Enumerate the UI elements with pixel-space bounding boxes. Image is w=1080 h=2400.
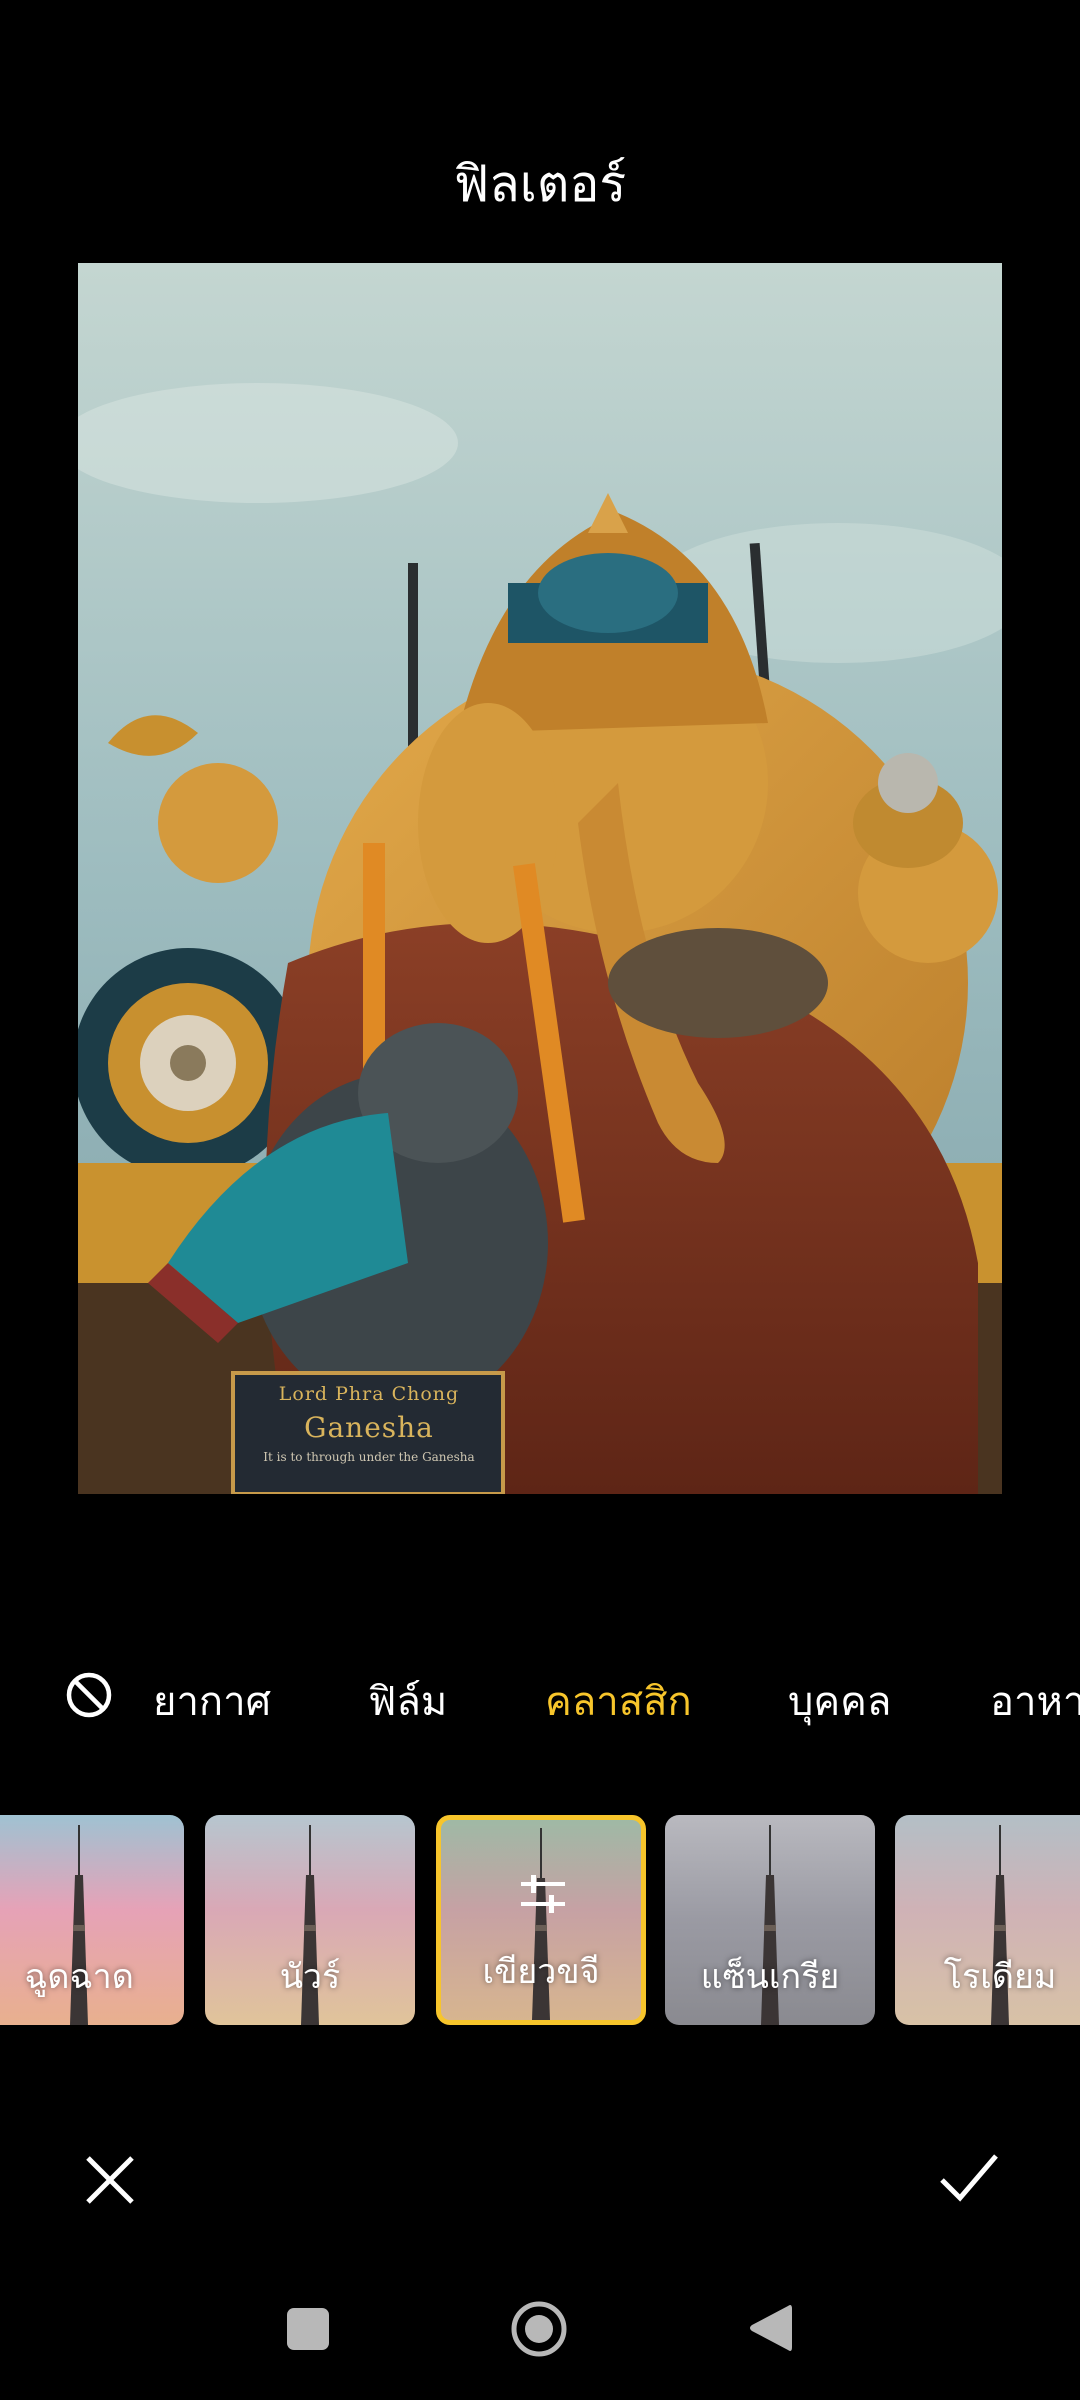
recents-square-icon[interactable]	[287, 2308, 329, 2350]
tab-portrait[interactable]: บุคคล	[788, 1667, 891, 1737]
tab-classic[interactable]: คลาสสิก	[545, 1667, 692, 1737]
filter-sangria[interactable]: แซ็นเกรีย	[665, 1815, 875, 2025]
tab-film[interactable]: ฟิล์ม	[368, 1667, 447, 1737]
filter-label: แซ็นเกรีย	[700, 1957, 840, 1997]
plaque-line3: It is to through under the Ganesha	[263, 1450, 475, 1464]
home-circle-icon[interactable]	[510, 2300, 568, 2358]
tab-atmosphere[interactable]: ยากาศ	[153, 1667, 271, 1737]
tab-food[interactable]: อาหาร	[990, 1667, 1080, 1737]
filter-thumbnails: ฉูดฉาด นัวร์ เขียวขจี แซ็นเกรีย โรเดียม	[0, 1815, 1080, 2025]
filter-noir[interactable]: นัวร์	[205, 1815, 415, 2025]
filter-label: เขียวขจี	[482, 1952, 600, 1992]
plaque-line2: Ganesha	[304, 1411, 434, 1444]
filter-rhodium[interactable]: โรเดียม	[895, 1815, 1080, 2025]
filter-verdant[interactable]: เขียวขจี	[436, 1815, 646, 2025]
checkmark-icon[interactable]	[938, 2150, 1000, 2206]
filter-label: นัวร์	[279, 1957, 341, 1997]
plaque-line1: Lord Phra Chong	[278, 1383, 460, 1405]
plaque-text: Lord Phra Chong Ganesha It is to through…	[243, 1383, 495, 1464]
filter-category-tabs: ยากาศ ฟิล์ม คลาสสิก บุคคล อาหาร	[0, 1667, 1080, 1737]
filter-label: โรเดียม	[943, 1957, 1057, 1997]
close-icon[interactable]	[82, 2152, 138, 2208]
back-triangle-icon[interactable]	[748, 2303, 792, 2353]
filter-vivid[interactable]: ฉูดฉาด	[0, 1815, 184, 2025]
page-title: ฟิลเตอร์	[453, 155, 627, 213]
filter-label: ฉูดฉาด	[24, 1957, 134, 1997]
photo-preview: Lord Phra Chong Ganesha It is to through…	[78, 263, 1002, 1494]
adjust-sliders-icon[interactable]	[519, 1872, 567, 1916]
